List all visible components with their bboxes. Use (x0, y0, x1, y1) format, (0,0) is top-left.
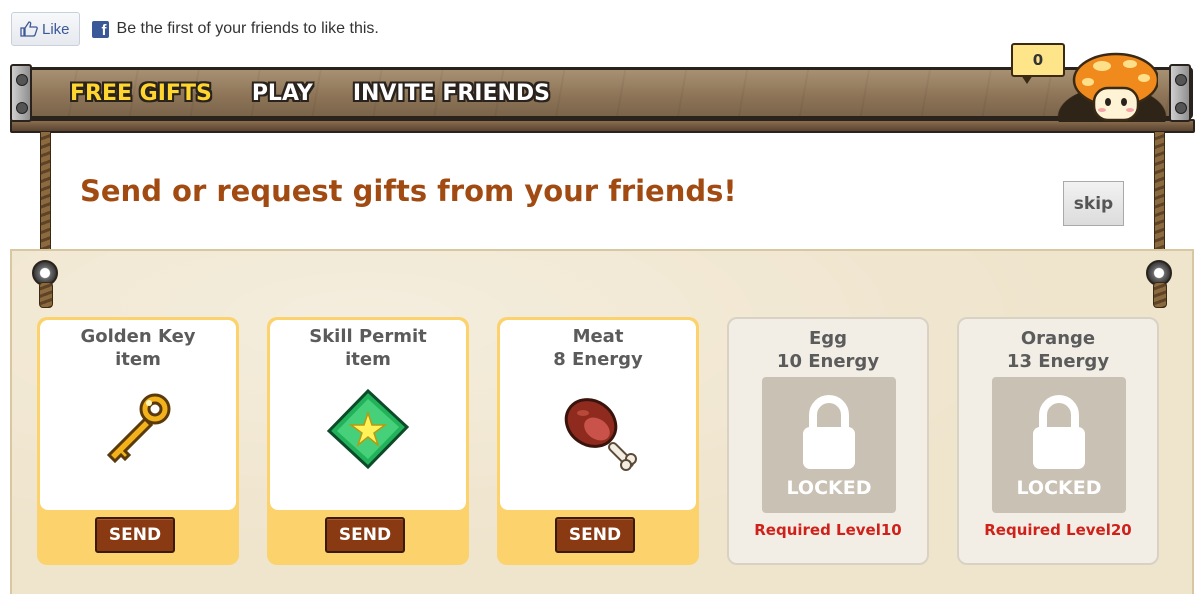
thumbs-up-icon (20, 21, 38, 37)
gift-card-orange: Orange 13 Energy LOCKED Required Level20 (957, 317, 1159, 565)
bolt-icon (16, 74, 28, 86)
gift-name: Orange (1020, 328, 1096, 349)
gift-name: Golden Key (80, 326, 196, 347)
gift-title: Golden Key item (37, 325, 239, 371)
locked-overlay: LOCKED (992, 377, 1126, 513)
facebook-icon: f (91, 20, 109, 38)
facebook-like-bar: Like f Be the first of your friends to l… (11, 11, 379, 47)
send-button[interactable]: SEND (555, 517, 635, 553)
page-title: Send or request gifts from your friends! (80, 174, 737, 208)
gift-title: Meat 8 Energy (497, 325, 699, 371)
rope-knot-right (1153, 282, 1167, 308)
main-nav: FREE GIFTS PLAY INVITE FRIENDS (70, 77, 550, 111)
skill-permit-icon (326, 388, 410, 470)
gift-name: Egg (808, 328, 848, 349)
send-button[interactable]: SEND (95, 517, 175, 553)
bolt-icon (1175, 102, 1187, 114)
gift-subtitle: 10 Energy (776, 351, 880, 372)
locked-label: LOCKED (1016, 477, 1102, 499)
bolt-icon (16, 102, 28, 114)
gift-card-golden-key: Golden Key item SEND (37, 317, 239, 565)
gift-subtitle: item (115, 349, 161, 370)
gift-title: Skill Permit item (267, 325, 469, 371)
like-label: Like (42, 20, 70, 38)
skip-button[interactable]: skip (1063, 181, 1124, 226)
locked-overlay: LOCKED (762, 377, 896, 513)
level-requirement: Required Level10 (754, 521, 902, 539)
locked-label: LOCKED (786, 477, 872, 499)
gift-title: Egg 10 Energy (729, 327, 927, 373)
gift-subtitle: 13 Energy (1006, 351, 1110, 372)
nav-item-free-gifts[interactable]: FREE GIFTS (70, 77, 212, 111)
gift-list: Golden Key item SEND Skill Permit item S… (37, 317, 1159, 565)
nav-shelf (10, 119, 1195, 133)
nav-bracket-left (10, 64, 32, 122)
lock-icon (803, 395, 855, 469)
mailbox-count: 0 (1032, 51, 1044, 69)
bolt-icon (1175, 74, 1187, 86)
gift-card-skill-permit: Skill Permit item SEND (267, 317, 469, 565)
nav-item-play[interactable]: PLAY (252, 77, 313, 111)
like-button[interactable]: Like (11, 12, 80, 46)
friends-like-text: Be the first of your friends to like thi… (116, 20, 379, 37)
meat-icon (564, 398, 637, 471)
orange-mushroom-mascot-icon (1072, 52, 1158, 122)
level-requirement: Required Level20 (984, 521, 1132, 539)
gift-name: Skill Permit (309, 326, 427, 347)
gift-card-egg: Egg 10 Energy LOCKED Required Level10 (727, 317, 929, 565)
nav-bracket-right (1169, 64, 1191, 122)
mailbox-button[interactable]: 0 (1011, 43, 1065, 84)
gift-card-meat: Meat 8 Energy SEND (497, 317, 699, 565)
rope-knot-left (39, 282, 53, 308)
nav-item-invite-friends[interactable]: INVITE FRIENDS (353, 77, 550, 111)
lock-icon (1033, 395, 1085, 469)
gift-subtitle: 8 Energy (553, 349, 643, 370)
gift-title: Orange 13 Energy (959, 327, 1157, 373)
send-button[interactable]: SEND (325, 517, 405, 553)
golden-key-icon (106, 393, 171, 464)
gift-subtitle: item (345, 349, 391, 370)
gift-name: Meat (572, 326, 624, 347)
